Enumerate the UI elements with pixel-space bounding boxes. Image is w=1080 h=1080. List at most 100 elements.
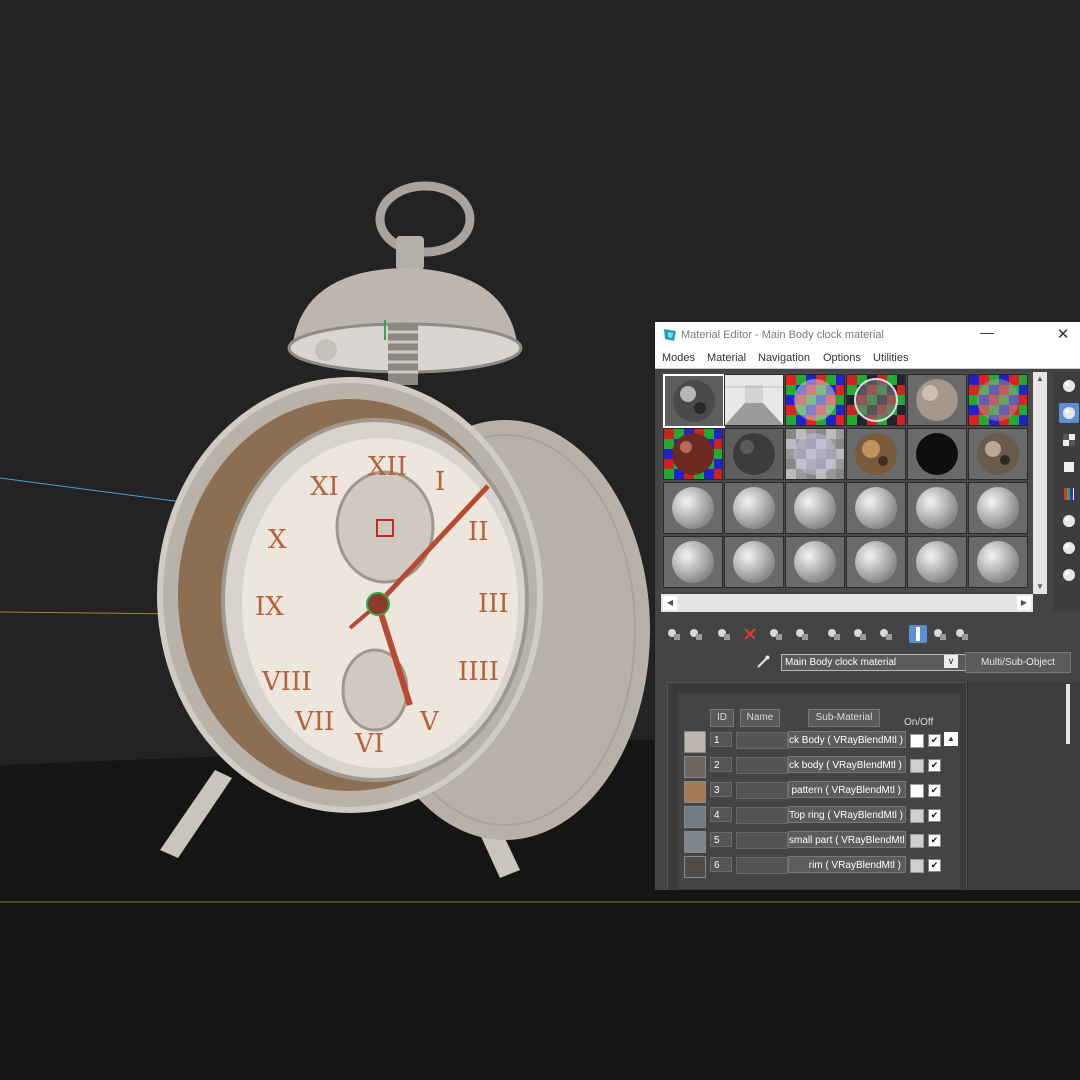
close-button[interactable]: ✕ — [1053, 325, 1073, 345]
menu-options[interactable]: Options — [823, 352, 861, 364]
make-preview-icon[interactable] — [1059, 511, 1079, 531]
submaterial-button[interactable]: Top ring ( VRayBlendMtl ) — [788, 806, 906, 823]
material-type-button[interactable]: Multi/Sub-Object — [965, 652, 1071, 673]
material-sample-slot[interactable] — [724, 428, 784, 480]
material-sample-slot[interactable] — [663, 482, 723, 534]
submaterial-name-field[interactable] — [736, 832, 788, 849]
submaterial-button[interactable]: pattern ( VRayBlendMtl ) — [788, 781, 906, 798]
submaterial-color-swatch[interactable] — [910, 784, 924, 798]
submaterial-color-swatch[interactable] — [910, 809, 924, 823]
go-to-parent-icon[interactable] — [931, 625, 949, 643]
submaterial-on-off-checkbox[interactable]: ✔ — [928, 809, 941, 822]
show-shaded-material-icon[interactable] — [877, 625, 895, 643]
submaterial-color-swatch[interactable] — [910, 834, 924, 848]
sample-uv-icon[interactable] — [1059, 457, 1079, 477]
scroll-up-arrow-icon[interactable]: ▲ — [944, 732, 958, 746]
submaterial-on-off-checkbox[interactable]: ✔ — [928, 734, 941, 747]
submaterial-id-field[interactable]: 6 — [710, 857, 732, 872]
scroll-left-arrow-icon[interactable]: ◀ — [663, 596, 677, 610]
submaterial-id-field[interactable]: 4 — [710, 807, 732, 822]
go-forward-sibling-icon[interactable] — [953, 625, 971, 643]
menu-modes[interactable]: Modes — [662, 352, 695, 364]
menu-utilities[interactable]: Utilities — [873, 352, 908, 364]
material-sample-slot[interactable] — [724, 374, 784, 426]
submaterial-color-swatch[interactable] — [910, 759, 924, 773]
submaterial-button[interactable]: small part ( VRayBlendMtl ) — [788, 831, 906, 848]
submaterial-on-off-checkbox[interactable]: ✔ — [928, 834, 941, 847]
material-sample-slot[interactable] — [968, 428, 1028, 480]
material-sample-slot[interactable] — [846, 536, 906, 588]
rollout-scrollbar[interactable] — [1066, 684, 1070, 744]
assign-to-selection-icon[interactable] — [715, 625, 733, 643]
material-sample-slot[interactable] — [724, 482, 784, 534]
menu-material[interactable]: Material — [707, 352, 746, 364]
put-to-scene-icon[interactable] — [687, 625, 705, 643]
submaterial-on-off-checkbox[interactable]: ✔ — [928, 784, 941, 797]
minimize-button[interactable]: — — [977, 324, 997, 344]
slots-vertical-scrollbar[interactable]: ▲ ▼ — [1033, 372, 1047, 594]
select-by-material-icon[interactable] — [1059, 565, 1079, 585]
slots-horizontal-scrollbar[interactable]: ◀ ▶ — [661, 594, 1033, 612]
material-sample-slot[interactable] — [724, 536, 784, 588]
submaterial-button[interactable]: ck body ( VRayBlendMtl ) — [788, 756, 906, 773]
column-header-sub-material[interactable]: Sub-Material — [808, 709, 880, 727]
sphere-sample-icon[interactable] — [1059, 376, 1079, 396]
submaterial-name-field[interactable] — [736, 807, 788, 824]
material-sample-slot[interactable] — [785, 374, 845, 426]
material-sample-slot[interactable] — [846, 482, 906, 534]
material-sample-slot[interactable] — [663, 428, 723, 480]
checker-background-icon[interactable] — [1059, 430, 1079, 450]
material-sample-slot[interactable] — [663, 536, 723, 588]
submaterial-on-off-checkbox[interactable]: ✔ — [928, 759, 941, 772]
backlight-icon[interactable] — [1059, 403, 1079, 423]
column-header-name[interactable]: Name — [740, 709, 780, 727]
submaterial-thumbnail[interactable] — [684, 856, 706, 878]
column-header-id[interactable]: ID — [710, 709, 734, 727]
material-sample-slot[interactable] — [846, 428, 906, 480]
submaterial-name-field[interactable] — [736, 757, 788, 774]
material-sample-slot[interactable] — [907, 482, 967, 534]
material-sample-slot[interactable] — [968, 536, 1028, 588]
submaterial-name-field[interactable] — [736, 857, 788, 874]
submaterial-name-field[interactable] — [736, 732, 788, 749]
submaterial-thumbnail[interactable] — [684, 731, 706, 753]
material-sample-slot[interactable] — [907, 536, 967, 588]
scroll-up-arrow-icon[interactable]: ▲ — [1033, 372, 1047, 386]
copy-material-icon[interactable] — [767, 625, 785, 643]
submaterial-id-field[interactable]: 1 — [710, 732, 732, 747]
make-unique-icon[interactable] — [793, 625, 811, 643]
video-color-check-icon[interactable] — [1059, 484, 1079, 504]
scroll-right-arrow-icon[interactable]: ▶ — [1017, 596, 1031, 610]
submaterial-button[interactable]: ck Body ( VRayBlendMtl ) — [788, 731, 906, 748]
menu-navigation[interactable]: Navigation — [758, 352, 810, 364]
material-sample-slot[interactable] — [907, 428, 967, 480]
material-sample-slot[interactable] — [785, 536, 845, 588]
scroll-down-arrow-icon[interactable]: ▼ — [1033, 580, 1047, 594]
material-sample-slot[interactable] — [907, 374, 967, 426]
pick-material-eyedropper-icon[interactable] — [755, 654, 771, 670]
submaterial-id-field[interactable]: 5 — [710, 832, 732, 847]
submaterial-name-field[interactable] — [736, 782, 788, 799]
show-end-result-icon[interactable] — [909, 625, 927, 643]
title-bar[interactable]: Material Editor - Main Body clock materi… — [655, 322, 1080, 348]
submaterial-id-field[interactable]: 2 — [710, 757, 732, 772]
options-icon[interactable] — [1059, 538, 1079, 558]
put-to-library-icon[interactable] — [825, 625, 843, 643]
material-sample-slot[interactable] — [968, 482, 1028, 534]
submaterial-color-swatch[interactable] — [910, 859, 924, 873]
submaterial-thumbnail[interactable] — [684, 781, 706, 803]
chevron-down-icon[interactable]: ∨ — [944, 655, 958, 668]
material-sample-slot[interactable] — [846, 374, 906, 426]
get-material-icon[interactable] — [665, 625, 683, 643]
material-sample-slot[interactable] — [968, 374, 1028, 426]
submaterial-thumbnail[interactable] — [684, 806, 706, 828]
material-id-channel-icon[interactable] — [851, 625, 869, 643]
material-sample-slot[interactable] — [785, 482, 845, 534]
submaterial-on-off-checkbox[interactable]: ✔ — [928, 859, 941, 872]
reset-map-icon[interactable] — [741, 625, 759, 643]
submaterial-color-swatch[interactable] — [910, 734, 924, 748]
material-name-field[interactable]: Main Body clock material — [781, 654, 966, 671]
submaterial-id-field[interactable]: 3 — [710, 782, 732, 797]
submaterial-thumbnail[interactable] — [684, 756, 706, 778]
material-sample-slot[interactable] — [663, 374, 725, 428]
